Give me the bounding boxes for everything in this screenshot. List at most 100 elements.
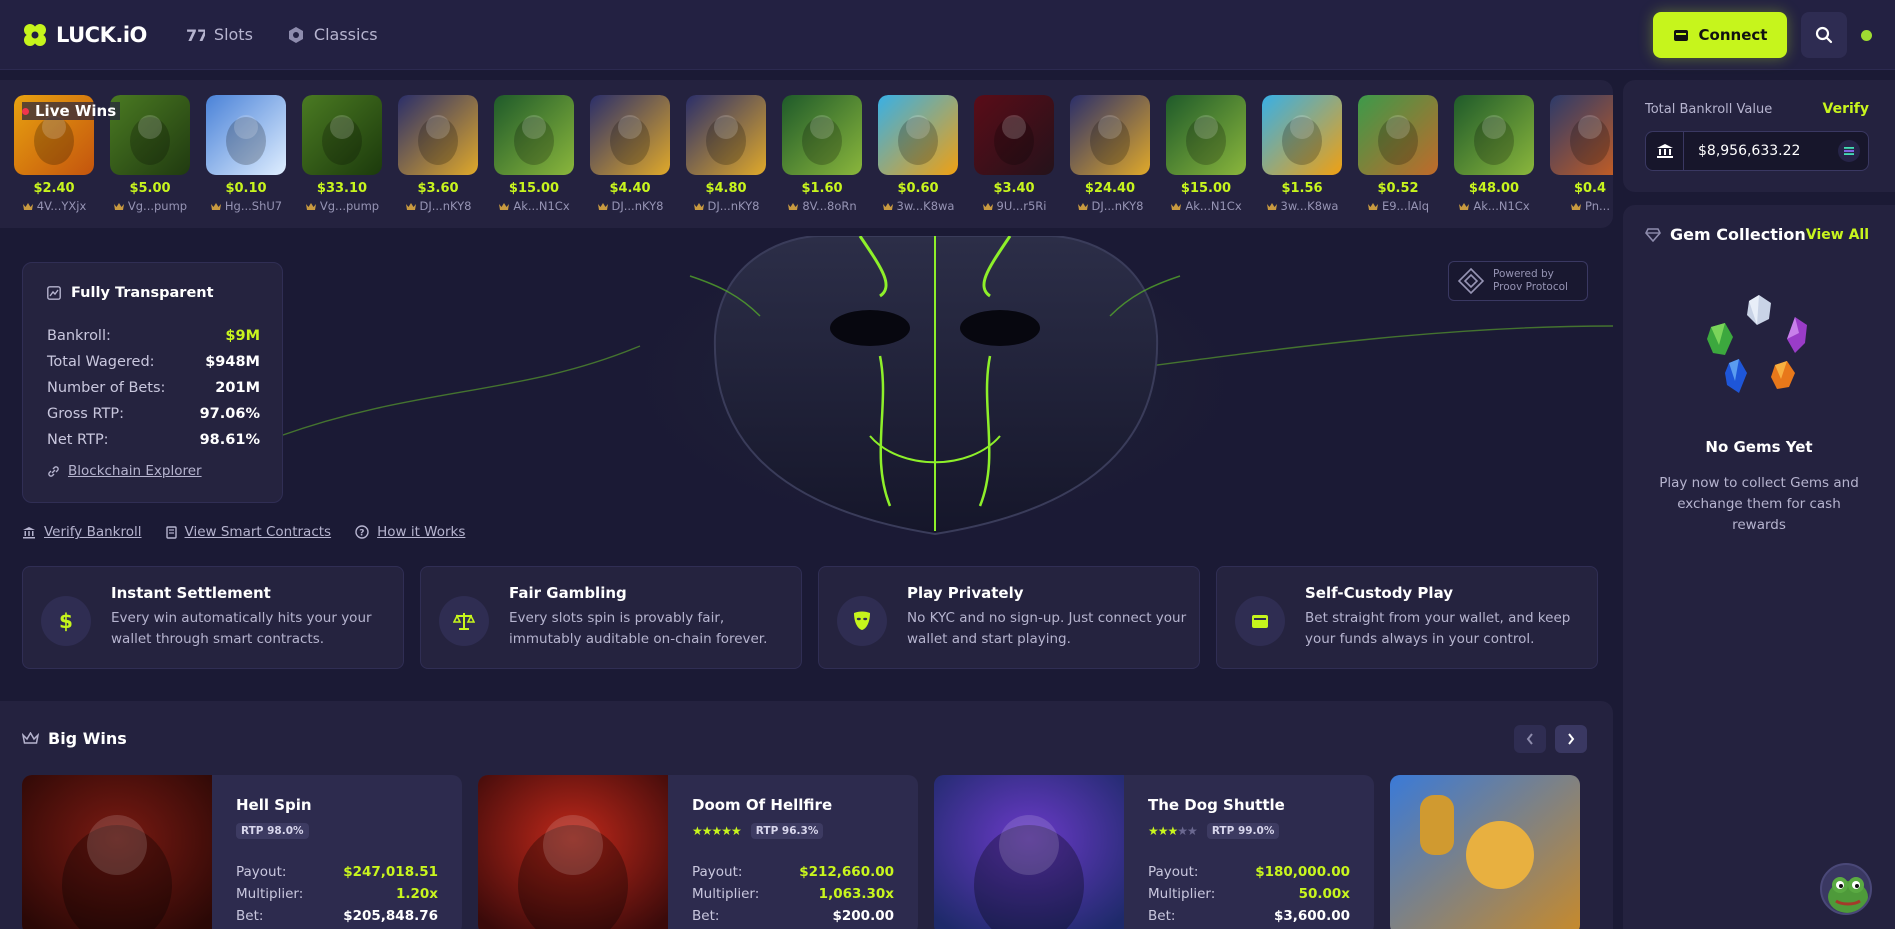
- multiplier-value: 50.00x: [1298, 886, 1350, 902]
- connect-label: Connect: [1698, 26, 1768, 44]
- live-win-item[interactable]: $0.52 E9...lAlq: [1358, 95, 1438, 213]
- game-thumbnail: [1358, 95, 1438, 175]
- big-win-card[interactable]: Doom Of Hellfire ★★★★★ RTP 96.3% Payout: $21…: [478, 775, 918, 929]
- stat-number-of-bets: Number of Bets: 201M: [47, 375, 260, 401]
- stat-value: 97.06%: [199, 406, 260, 422]
- payout-value: $247,018.51: [343, 864, 438, 880]
- win-amount: $2.40: [33, 181, 75, 196]
- win-user-label: Vg...pump: [319, 199, 380, 213]
- win-amount: $1.60: [801, 181, 843, 196]
- live-win-item[interactable]: $24.40 DJ...nKY8: [1070, 95, 1150, 213]
- stat-value: $9M: [225, 328, 260, 344]
- game-thumbnail: [302, 95, 382, 175]
- live-win-item[interactable]: $1.60 8V...8oRn: [782, 95, 862, 213]
- rtp-row: ★★★★★ RTP 99.0%: [1148, 823, 1280, 839]
- game-thumbnail: [590, 95, 670, 175]
- document-icon: [165, 525, 177, 539]
- feature-title: Instant Settlement: [111, 584, 271, 602]
- scale-icon: [439, 596, 489, 646]
- bankroll-label: Total Bankroll Value: [1645, 102, 1773, 117]
- win-user: 4V...YXjx: [14, 199, 94, 213]
- big-win-card[interactable]: Hell Spin RTP 98.0% Payout: $247,018.51 Mult…: [22, 775, 462, 929]
- crown-icon: [1077, 202, 1088, 210]
- big-wins-prev-button[interactable]: [1514, 725, 1546, 753]
- nav-classics[interactable]: Classics: [287, 25, 378, 44]
- win-user-label: Ak...N1Cx: [1185, 199, 1242, 213]
- stat-label: Number of Bets:: [47, 380, 166, 396]
- logo[interactable]: LUCK.iO: [22, 22, 147, 48]
- game-art: [478, 775, 668, 929]
- big-wins-label: Big Wins: [48, 729, 127, 748]
- live-win-item[interactable]: $5.00 Vg...pump: [110, 95, 190, 213]
- live-win-item[interactable]: $3.60 DJ...nKY8: [398, 95, 478, 213]
- powered-by-badge[interactable]: Powered by Proov Protocol: [1448, 261, 1588, 301]
- win-details: Payout: $180,000.00 Multiplier: 50.00x Bet: $…: [1148, 861, 1350, 927]
- game-thumbnail: [1262, 95, 1342, 175]
- big-win-card[interactable]: The Dog Shuttle ★★★★★ RTP 99.0% Payout: $180…: [934, 775, 1374, 929]
- crown-icon: [113, 202, 124, 210]
- live-win-item[interactable]: $0.10 Hg...ShU7: [206, 95, 286, 213]
- stats-list: Bankroll: $9M Total Wagered: $948M Number …: [47, 323, 260, 453]
- verify-link[interactable]: Verify: [1823, 101, 1869, 117]
- win-user-label: Vg...pump: [127, 199, 188, 213]
- stat-value: $948M: [205, 354, 260, 370]
- stat-gross-rtp: Gross RTP: 97.06%: [47, 401, 260, 427]
- diamond-icon: [1645, 227, 1661, 242]
- mask-icon: [837, 596, 887, 646]
- bet-row: Bet: $200.00: [692, 905, 894, 927]
- bet-value: $200.00: [832, 908, 895, 924]
- game-name: The Dog Shuttle: [1148, 796, 1285, 814]
- live-win-item[interactable]: $48.00 Ak...N1Cx: [1454, 95, 1534, 213]
- crown-icon: [210, 202, 221, 210]
- stat-total-wagered: Total Wagered: $948M: [47, 349, 260, 375]
- win-amount: $15.00: [508, 181, 560, 196]
- connect-button[interactable]: Connect: [1653, 12, 1787, 58]
- bet-label: Bet:: [1148, 908, 1176, 924]
- win-user-label: DJ...nKY8: [707, 199, 760, 213]
- blockchain-explorer-label: Blockchain Explorer: [68, 463, 202, 479]
- search-button[interactable]: [1801, 12, 1847, 58]
- live-win-item[interactable]: $4.80 DJ...nKY8: [686, 95, 766, 213]
- live-win-item[interactable]: $0.60 3w...K8wa: [878, 95, 958, 213]
- nav-slots[interactable]: 77 Slots: [185, 25, 253, 45]
- how-it-works-label: How it Works: [377, 524, 466, 540]
- transparency-stats-card: Fully Transparent Bankroll: $9M Total Wag…: [22, 262, 283, 503]
- live-win-item[interactable]: $1.56 3w...K8wa: [1262, 95, 1342, 213]
- how-it-works-link[interactable]: ? How it Works: [355, 524, 465, 540]
- live-win-item[interactable]: $15.00 Ak...N1Cx: [494, 95, 574, 213]
- verify-bankroll-link[interactable]: Verify Bankroll: [22, 524, 142, 540]
- gems-view-all-link[interactable]: View All: [1806, 227, 1869, 243]
- big-wins-next-button[interactable]: [1555, 725, 1587, 753]
- link-icon: [48, 465, 59, 477]
- slots-icon: 77: [186, 26, 205, 45]
- crown-icon: [597, 202, 608, 210]
- powered-by-text: Powered by Proov Protocol: [1493, 268, 1568, 294]
- feature-play-privately: Play Privately No KYC and no sign-up. Ju…: [818, 566, 1200, 669]
- win-user: 8V...8oRn: [782, 199, 862, 213]
- live-win-item[interactable]: $3.40 9U...r5Ri: [974, 95, 1054, 213]
- support-chat-button[interactable]: [1820, 863, 1872, 915]
- stat-label: Net RTP:: [47, 432, 109, 448]
- win-user-label: Hg...ShU7: [224, 199, 283, 213]
- game-thumbnail: [1166, 95, 1246, 175]
- big-win-card[interactable]: [1390, 775, 1580, 929]
- svg-text:$: $: [59, 610, 73, 632]
- blockchain-explorer-link[interactable]: Blockchain Explorer: [47, 463, 202, 479]
- payout-value: $212,660.00: [799, 864, 894, 880]
- stat-value: 98.61%: [199, 432, 260, 448]
- top-header: LUCK.iO 77 Slots Classics Connect: [0, 0, 1895, 70]
- live-win-item[interactable]: $15.00 Ak...N1Cx: [1166, 95, 1246, 213]
- view-smart-contracts-link[interactable]: View Smart Contracts: [165, 524, 331, 540]
- bankroll-value-field: $8,956,633.22: [1645, 131, 1869, 171]
- win-user: DJ...nKY8: [590, 199, 670, 213]
- rating-stars: ★★★★★: [692, 824, 742, 838]
- live-win-item[interactable]: $4.40 DJ...nKY8: [590, 95, 670, 213]
- rating-stars: ★★★★★: [1148, 824, 1198, 838]
- stat-net-rtp: Net RTP: 98.61%: [47, 427, 260, 453]
- live-win-item[interactable]: $33.10 Vg...pump: [302, 95, 382, 213]
- bet-row: Bet: $205,848.76: [236, 905, 438, 927]
- live-win-item[interactable]: $0.4 Pn...: [1550, 95, 1613, 213]
- win-user-label: DJ...nKY8: [1091, 199, 1144, 213]
- win-details: Payout: $247,018.51 Multiplier: 1.20x Bet: $2…: [236, 861, 438, 927]
- dollar-icon: $: [41, 596, 91, 646]
